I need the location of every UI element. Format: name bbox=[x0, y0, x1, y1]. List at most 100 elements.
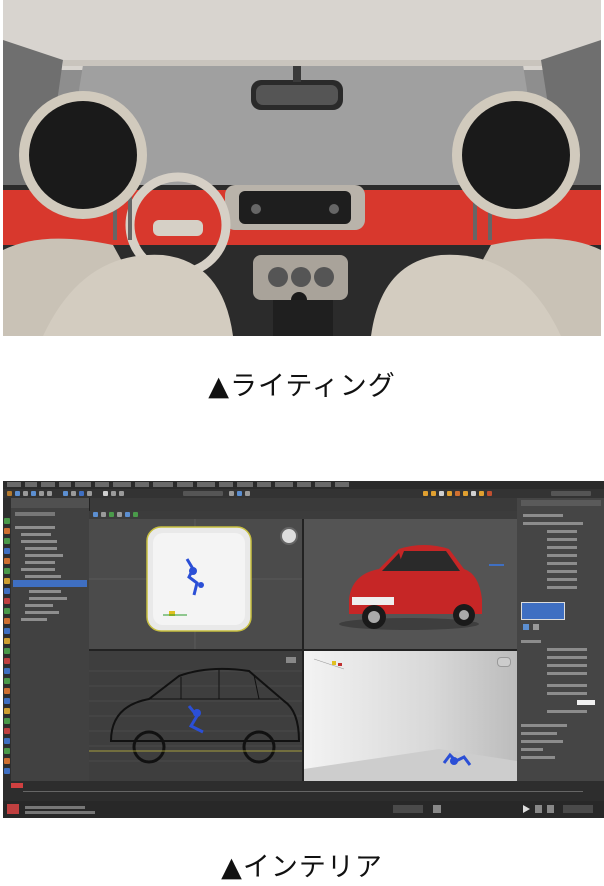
command-panel-tabs[interactable] bbox=[521, 500, 601, 506]
tool-icon[interactable] bbox=[4, 588, 10, 594]
coordinate-field[interactable] bbox=[393, 805, 423, 813]
tool-icon[interactable] bbox=[4, 638, 10, 644]
menu-item[interactable] bbox=[335, 482, 349, 487]
workspace-dropdown[interactable] bbox=[551, 491, 591, 496]
cp-field[interactable] bbox=[547, 648, 587, 651]
toolbar-icon[interactable] bbox=[23, 491, 28, 496]
tool-icon[interactable] bbox=[4, 768, 10, 774]
toolbar-icon[interactable] bbox=[101, 512, 106, 517]
toolbar-icon[interactable] bbox=[103, 491, 108, 496]
viewport-perspective[interactable] bbox=[304, 519, 517, 649]
toolbar-icon[interactable] bbox=[117, 512, 122, 517]
cp-field[interactable] bbox=[547, 530, 577, 533]
toolbar-icon[interactable] bbox=[87, 491, 92, 496]
menu-item[interactable] bbox=[197, 482, 215, 487]
frame-field[interactable] bbox=[563, 805, 593, 813]
cp-field[interactable] bbox=[547, 554, 577, 557]
tree-item[interactable] bbox=[21, 618, 47, 621]
cp-field[interactable] bbox=[547, 570, 577, 573]
tree-item[interactable] bbox=[29, 597, 67, 600]
playback-control[interactable] bbox=[535, 805, 542, 813]
tool-icon[interactable] bbox=[4, 738, 10, 744]
cp-field[interactable] bbox=[523, 522, 583, 525]
tree-item[interactable] bbox=[21, 533, 51, 536]
viewport-top[interactable] bbox=[89, 519, 302, 649]
time-slider-handle[interactable] bbox=[11, 783, 23, 788]
menu-item[interactable] bbox=[59, 482, 71, 487]
color-swatch[interactable] bbox=[577, 700, 595, 705]
tool-icon[interactable] bbox=[4, 758, 10, 764]
menu-item[interactable] bbox=[315, 482, 331, 487]
key-icon[interactable] bbox=[433, 805, 441, 813]
toolbar-icon[interactable] bbox=[47, 491, 52, 496]
toolbar-icon[interactable] bbox=[71, 491, 76, 496]
tool-icon[interactable] bbox=[4, 648, 10, 654]
selection-dropdown[interactable] bbox=[183, 491, 223, 496]
cp-field[interactable] bbox=[547, 692, 587, 695]
toolbar-icon[interactable] bbox=[237, 491, 242, 496]
tool-icon[interactable] bbox=[4, 628, 10, 634]
toolbar-icon[interactable] bbox=[93, 512, 98, 517]
selected-object-list[interactable] bbox=[521, 602, 565, 620]
modifier-icon[interactable] bbox=[533, 624, 539, 630]
toolbar-icon[interactable] bbox=[133, 512, 138, 517]
toolbar-icon[interactable] bbox=[447, 491, 452, 496]
cp-field[interactable] bbox=[547, 710, 587, 713]
scene-explorer-tabs[interactable] bbox=[15, 512, 55, 516]
tool-icon[interactable] bbox=[4, 618, 10, 624]
rollout-header[interactable] bbox=[521, 740, 563, 743]
toolbar-icon[interactable] bbox=[439, 491, 444, 496]
menu-item[interactable] bbox=[25, 482, 37, 487]
menu-item[interactable] bbox=[75, 482, 91, 487]
toolbar-icon[interactable] bbox=[479, 491, 484, 496]
tree-item-selected[interactable] bbox=[13, 580, 87, 587]
cp-field[interactable] bbox=[547, 672, 587, 675]
rollout-header[interactable] bbox=[521, 748, 543, 751]
toolbar-icon[interactable] bbox=[431, 491, 436, 496]
cp-field[interactable] bbox=[547, 538, 577, 541]
viewport-side[interactable] bbox=[89, 651, 302, 781]
tool-icon[interactable] bbox=[4, 658, 10, 664]
viewport-label[interactable] bbox=[286, 657, 296, 663]
toolbar-icon[interactable] bbox=[463, 491, 468, 496]
cp-field[interactable] bbox=[547, 656, 587, 659]
tree-item[interactable] bbox=[25, 561, 55, 564]
tool-icon[interactable] bbox=[4, 708, 10, 714]
toolbar-icon[interactable] bbox=[423, 491, 428, 496]
playback-control[interactable] bbox=[547, 805, 554, 813]
toolbar-icon[interactable] bbox=[31, 491, 36, 496]
menu-item[interactable] bbox=[237, 482, 253, 487]
viewcube-icon[interactable] bbox=[280, 527, 298, 545]
menu-item[interactable] bbox=[7, 482, 21, 487]
tree-item[interactable] bbox=[25, 547, 57, 550]
toolbar-icon[interactable] bbox=[15, 491, 20, 496]
toolbar-icon[interactable] bbox=[111, 491, 116, 496]
tree-item[interactable] bbox=[25, 604, 53, 607]
tool-icon[interactable] bbox=[4, 688, 10, 694]
tool-icon[interactable] bbox=[4, 518, 10, 524]
timeline[interactable] bbox=[3, 781, 604, 801]
viewport-render[interactable] bbox=[304, 651, 517, 781]
tree-item[interactable] bbox=[21, 540, 57, 543]
toolbar-icon[interactable] bbox=[79, 491, 84, 496]
tool-icon[interactable] bbox=[4, 608, 10, 614]
menu-item[interactable] bbox=[257, 482, 271, 487]
tool-icon[interactable] bbox=[4, 668, 10, 674]
tool-icon[interactable] bbox=[4, 538, 10, 544]
tool-icon[interactable] bbox=[4, 678, 10, 684]
toolbar-icon[interactable] bbox=[109, 512, 114, 517]
tree-item[interactable] bbox=[15, 526, 55, 529]
cp-field[interactable] bbox=[547, 578, 577, 581]
menu-item[interactable] bbox=[219, 482, 233, 487]
tool-icon[interactable] bbox=[4, 748, 10, 754]
menu-item[interactable] bbox=[177, 482, 193, 487]
tool-icon[interactable] bbox=[4, 548, 10, 554]
toolbar-icon[interactable] bbox=[245, 491, 250, 496]
rollout-header[interactable] bbox=[521, 724, 567, 727]
tool-icon[interactable] bbox=[4, 698, 10, 704]
menu-item[interactable] bbox=[153, 482, 173, 487]
tool-icon[interactable] bbox=[4, 578, 10, 584]
viewport-camera-icon[interactable] bbox=[497, 657, 511, 667]
tool-icon[interactable] bbox=[4, 558, 10, 564]
menu-item[interactable] bbox=[113, 482, 131, 487]
